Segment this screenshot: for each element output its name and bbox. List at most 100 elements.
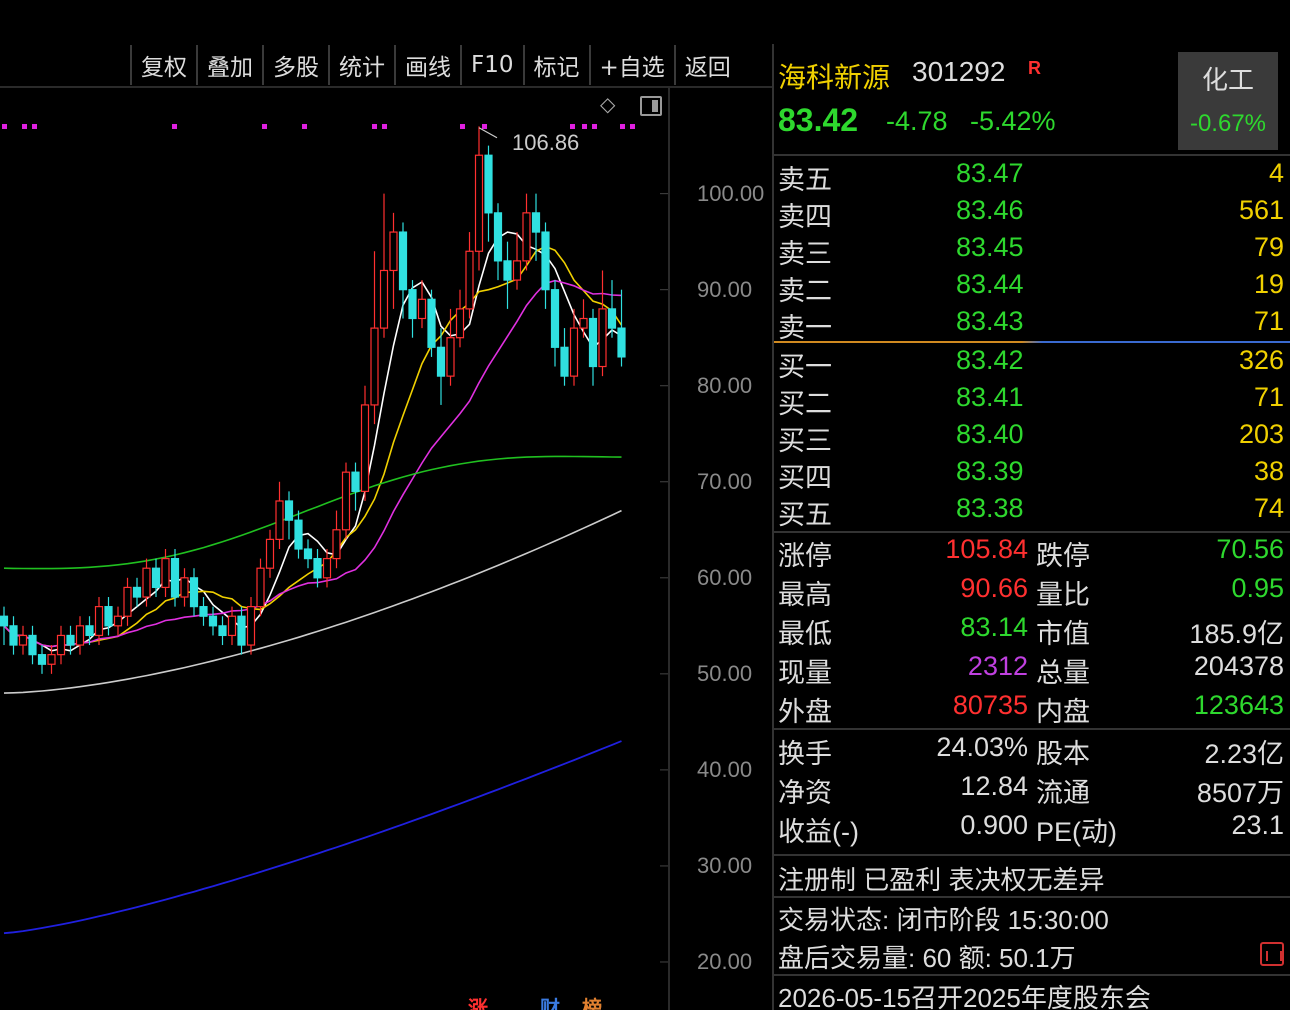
toolbar-button-1[interactable]: 叠加 [196, 45, 262, 85]
bottom-tag-zhang[interactable]: 涨 [468, 992, 488, 1010]
sell-price: 83.47 [956, 158, 1024, 188]
sector-change: -0.67% [1189, 110, 1267, 137]
candle-body [9, 625, 18, 646]
sell-label: 卖二 [778, 276, 832, 306]
toolbar-button-5[interactable]: F10 [460, 45, 523, 85]
stock-name: 海科新源 [778, 62, 891, 93]
after-hours-trading: 盘后交易量: 60 额: 50.1万 [778, 943, 1076, 973]
buy-row[interactable]: 买三 83.40 203 [774, 419, 1290, 456]
toolbar-button-4[interactable]: 画线 [394, 45, 460, 85]
candle-body [617, 327, 626, 358]
stats-value: 24.03% [936, 732, 1028, 762]
buy-vol: 203 [1238, 419, 1284, 449]
candle-body [37, 654, 47, 665]
sector-box[interactable]: 化工 -0.67% [1178, 52, 1278, 150]
bottom-tag-bang[interactable]: 榜 [582, 992, 602, 1010]
high-marker-arrow [478, 127, 498, 139]
ma-line [3, 740, 622, 935]
signal-dot [372, 124, 377, 129]
ma-line [3, 231, 622, 652]
stats-label: 最低 [778, 619, 832, 649]
candle-body [417, 298, 427, 320]
y-tick-label: 70.00 [697, 468, 753, 494]
stats-label: 最高 [778, 580, 832, 610]
stats-value: 123643 [1193, 690, 1284, 720]
notice-text[interactable]: 2026-05-15召开2025年度股东会 [778, 978, 1151, 1010]
sell-row[interactable]: 卖二 83.44 19 [774, 269, 1290, 306]
candle-body [341, 471, 351, 531]
signal-dot [302, 124, 307, 129]
toolbar-button-0[interactable]: 复权 [130, 45, 196, 85]
chart-icon[interactable] [1260, 942, 1284, 966]
panel-toggle-icon[interactable] [640, 96, 662, 116]
stats-row: 换手 24.03% 股本 2.23亿 [774, 732, 1290, 770]
sell-vol: 4 [1268, 158, 1284, 188]
buy-row[interactable]: 买四 83.39 38 [774, 456, 1290, 493]
sell-vol: 71 [1253, 306, 1284, 336]
candle-body [436, 346, 446, 377]
candle-body [550, 289, 560, 348]
stock-flags: 注册制 已盈利 表决权无差异 [778, 865, 1105, 895]
stats-label: 外盘 [778, 697, 832, 727]
candle-body [0, 615, 9, 627]
stats-row: 最低 83.14 市值 185.9亿 [774, 612, 1290, 650]
candle-body [389, 231, 398, 272]
stats-row: 外盘 80735 内盘 123643 [774, 690, 1290, 728]
sell-label: 卖四 [778, 202, 832, 232]
y-tick-label: 60.00 [697, 564, 753, 590]
candle-body [398, 231, 408, 291]
sell-row[interactable]: 卖四 83.46 561 [774, 195, 1290, 232]
kline-chart[interactable] [0, 88, 668, 1010]
bottom-tag-cai[interactable]: 财 [540, 992, 560, 1010]
toolbar-button-7[interactable]: +自选 [588, 45, 674, 85]
stats-value: 0.900 [960, 810, 1028, 840]
candle-body [265, 538, 275, 569]
toolbar-button-8[interactable]: 返回 [673, 45, 740, 85]
toolbar-button-6[interactable]: 标记 [522, 45, 589, 85]
candle-body [351, 471, 360, 492]
candle-body [360, 404, 370, 492]
toolbar-button-3[interactable]: 统计 [328, 45, 394, 85]
candle-body [151, 567, 161, 589]
stats-label: 收益(-) [778, 817, 859, 847]
candle-body [227, 615, 237, 637]
sell-row[interactable]: 卖一 83.43 71 [774, 306, 1290, 343]
sell-row[interactable]: 卖三 83.45 79 [774, 232, 1290, 269]
sell-label: 卖五 [778, 165, 832, 195]
last-price: 83.42 [778, 102, 859, 138]
sell-buy-divider [774, 341, 1290, 343]
sell-row[interactable]: 卖五 83.47 4 [774, 158, 1290, 195]
stats-label: 内盘 [1036, 697, 1090, 727]
signal-dot [32, 124, 37, 129]
candle-body [123, 586, 132, 617]
section-divider [774, 974, 1290, 976]
signal-dot [382, 124, 387, 129]
candle-body [379, 269, 389, 329]
toolbar-button-2[interactable]: 多股 [262, 45, 328, 85]
stats-value: 83.14 [960, 612, 1028, 642]
buy-label: 买三 [778, 426, 832, 456]
stats-label: 涨停 [778, 541, 832, 571]
candle-body [465, 250, 474, 310]
stats-label: 现量 [778, 658, 832, 688]
buy-row[interactable]: 买二 83.41 71 [774, 382, 1290, 419]
candle-body [322, 558, 332, 579]
candle-body [569, 327, 579, 377]
candle-body [66, 634, 75, 646]
y-tick-label: 40.00 [697, 756, 753, 782]
signal-dot [172, 124, 177, 129]
diamond-icon[interactable]: ◇ [600, 94, 620, 114]
stats-value: 90.66 [960, 573, 1028, 603]
chart-toolbar: 复权 叠加 多股 统计 画线 F10 标记 +自选 返回 [130, 44, 740, 86]
buy-label: 买二 [778, 389, 832, 419]
stats-value: 2.23亿 [1204, 739, 1284, 769]
buy-vol: 71 [1253, 382, 1284, 412]
y-tick-label: 90.00 [697, 276, 753, 302]
stats-row: 现量 2312 总量 204378 [774, 651, 1290, 689]
buy-row[interactable]: 买五 83.38 74 [774, 493, 1290, 530]
buy-row[interactable]: 买一 83.42 326 [774, 345, 1290, 382]
stats-value: 185.9亿 [1189, 619, 1284, 649]
candle-body [18, 634, 28, 646]
candle-body [579, 317, 588, 329]
candle-body [493, 212, 503, 262]
